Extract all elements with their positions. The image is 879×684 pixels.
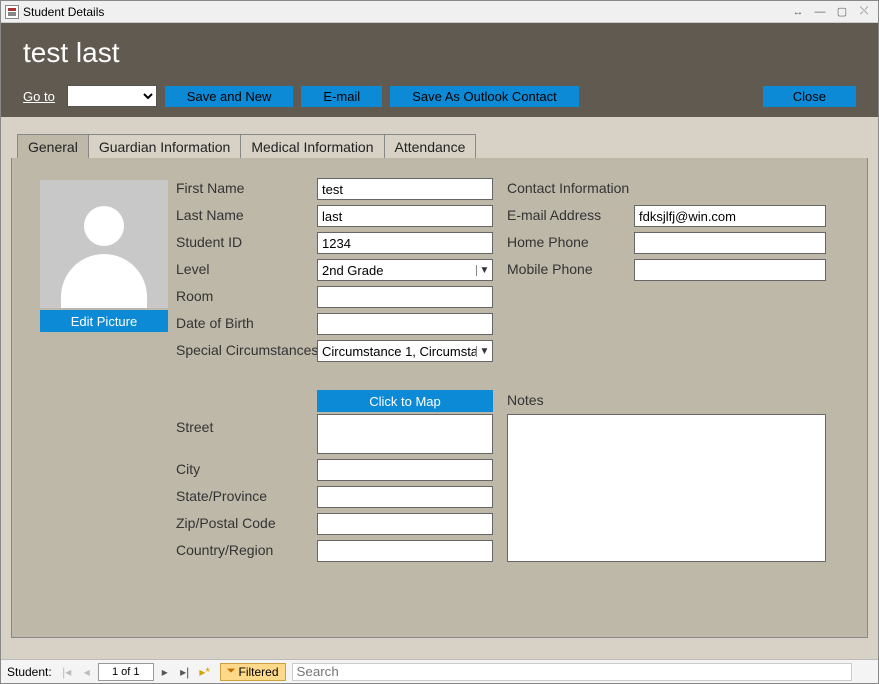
label-mobile-phone: Mobile Phone (507, 261, 593, 277)
email-field[interactable] (634, 205, 826, 227)
close-window-icon[interactable]: ⤬ (854, 4, 874, 20)
filter-badge[interactable]: ⏷ Filtered (220, 663, 286, 681)
funnel-icon: ⏷ (227, 665, 236, 678)
prev-record-icon[interactable]: ◂ (78, 663, 96, 681)
label-last-name: Last Name (176, 207, 244, 223)
street-field[interactable] (317, 414, 493, 454)
dob-field[interactable] (317, 313, 493, 335)
contact-header: Contact Information (507, 180, 629, 196)
label-first-name: First Name (176, 180, 244, 196)
tab-strip: General Guardian Information Medical Inf… (11, 133, 868, 158)
window-titlebar: Student Details ↔ — ▢ ⤬ (1, 1, 878, 23)
goto-label: Go to (23, 89, 55, 104)
action-toolbar: Go to Save and New E-mail Save As Outloo… (1, 79, 878, 117)
label-city: City (176, 461, 200, 477)
country-field[interactable] (317, 540, 493, 562)
maximize-icon[interactable]: ▢ (832, 4, 852, 20)
mobile-phone-field[interactable] (634, 259, 826, 281)
recnav-label: Student: (7, 665, 52, 679)
label-zip: Zip/Postal Code (176, 515, 276, 531)
label-home-phone: Home Phone (507, 234, 589, 250)
minimize-icon[interactable]: — (810, 4, 830, 20)
tab-medical[interactable]: Medical Information (240, 134, 384, 159)
student-photo[interactable] (40, 180, 168, 308)
notes-field[interactable] (507, 414, 826, 562)
state-field[interactable] (317, 486, 493, 508)
home-phone-field[interactable] (634, 232, 826, 254)
goto-select[interactable] (67, 85, 157, 107)
first-record-icon[interactable]: |◂ (58, 663, 76, 681)
label-country: Country/Region (176, 542, 273, 558)
last-record-icon[interactable]: ▸| (176, 663, 194, 681)
new-record-icon[interactable]: ▸* (196, 663, 214, 681)
email-button[interactable]: E-mail (301, 86, 382, 107)
label-email: E-mail Address (507, 207, 601, 223)
level-select[interactable]: 2nd Grade ▼ (317, 259, 493, 281)
chevron-down-icon: ▼ (476, 265, 492, 276)
first-name-field[interactable] (317, 178, 493, 200)
edit-picture-button[interactable]: Edit Picture (40, 310, 168, 332)
student-id-field[interactable] (317, 232, 493, 254)
label-state: State/Province (176, 488, 267, 504)
zip-field[interactable] (317, 513, 493, 535)
form-body: General Guardian Information Medical Inf… (1, 117, 878, 670)
label-special: Special Circumstances (176, 342, 318, 358)
record-navigator: Student: |◂ ◂ ▸ ▸| ▸* ⏷ Filtered (1, 659, 878, 683)
tab-general[interactable]: General (17, 134, 89, 159)
special-select[interactable]: Circumstance 1, Circumstan ▼ (317, 340, 493, 362)
tab-attendance[interactable]: Attendance (384, 134, 477, 159)
label-student-id: Student ID (176, 234, 242, 250)
save-and-new-button[interactable]: Save and New (165, 86, 294, 107)
recnav-search-field[interactable] (292, 663, 852, 681)
window-title: Student Details (23, 5, 104, 19)
click-to-map-button[interactable]: Click to Map (317, 390, 493, 412)
access-icon (5, 5, 19, 19)
label-notes: Notes (507, 392, 544, 408)
save-outlook-button[interactable]: Save As Outlook Contact (390, 86, 579, 107)
city-field[interactable] (317, 459, 493, 481)
avatar-placeholder-icon (84, 206, 124, 246)
room-field[interactable] (317, 286, 493, 308)
tab-panel-general: Edit Picture First Name Last Name Studen… (11, 158, 868, 638)
label-room: Room (176, 288, 213, 304)
last-name-field[interactable] (317, 205, 493, 227)
next-record-icon[interactable]: ▸ (156, 663, 174, 681)
close-button[interactable]: Close (763, 86, 856, 107)
label-dob: Date of Birth (176, 315, 254, 331)
form-header: test last (1, 23, 878, 79)
record-position-field[interactable] (98, 663, 154, 681)
chevron-down-icon: ▼ (476, 346, 492, 357)
restore-icon[interactable]: ↔ (788, 4, 808, 20)
record-name: test last (23, 37, 856, 69)
tab-guardian[interactable]: Guardian Information (88, 134, 242, 159)
label-street: Street (176, 419, 213, 435)
label-level: Level (176, 261, 209, 277)
